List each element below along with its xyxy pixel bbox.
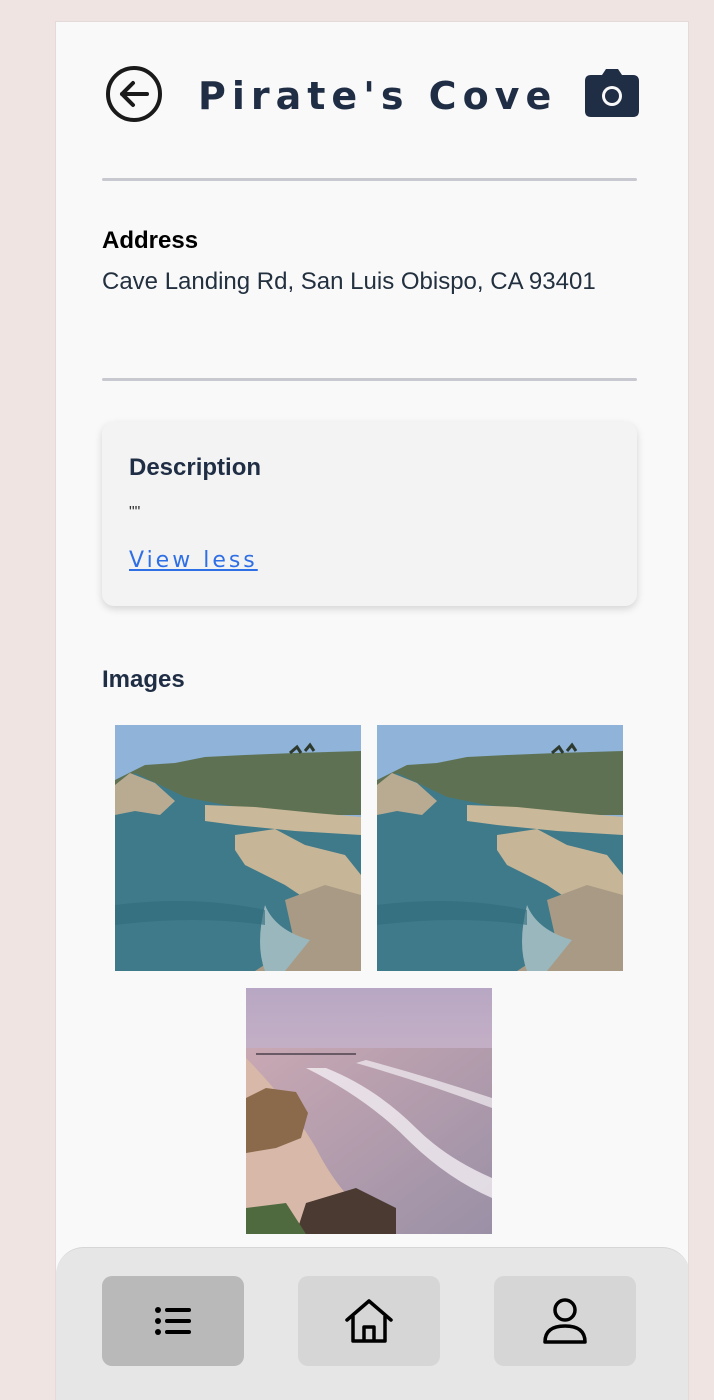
nav-list-button[interactable] [102,1276,244,1366]
home-icon [345,1299,393,1343]
description-text: "" [129,504,141,521]
image-thumbnail-3[interactable] [246,988,492,1234]
description-card: Description "" View less [102,422,637,606]
arrow-left-circle-icon [106,66,162,122]
address-label: Address [102,227,199,254]
sunset-beach-photo [246,988,492,1234]
coastal-cove-photo [377,725,623,971]
user-icon [543,1298,587,1344]
bottom-navigation [56,1247,688,1400]
page-title: Pirate's Cove [198,74,558,118]
back-button[interactable] [105,65,163,123]
camera-icon [585,69,639,117]
coastal-cove-photo [115,725,361,971]
description-label: Description [129,454,262,481]
phone-screen: Pirate's Cove Address Cave Landing Rd, S… [55,21,689,1400]
list-icon [155,1307,191,1335]
nav-home-button[interactable] [298,1276,440,1366]
image-thumbnail-2[interactable] [377,725,623,971]
images-label: Images [102,666,185,693]
header-divider [102,178,637,181]
camera-button[interactable] [585,69,639,117]
image-thumbnail-1[interactable] [115,725,361,971]
header: Pirate's Cove [103,64,639,124]
view-less-link[interactable]: View less [129,548,258,573]
nav-profile-button[interactable] [494,1276,636,1366]
address-divider [102,378,637,381]
address-value: Cave Landing Rd, San Luis Obispo, CA 934… [102,268,596,295]
